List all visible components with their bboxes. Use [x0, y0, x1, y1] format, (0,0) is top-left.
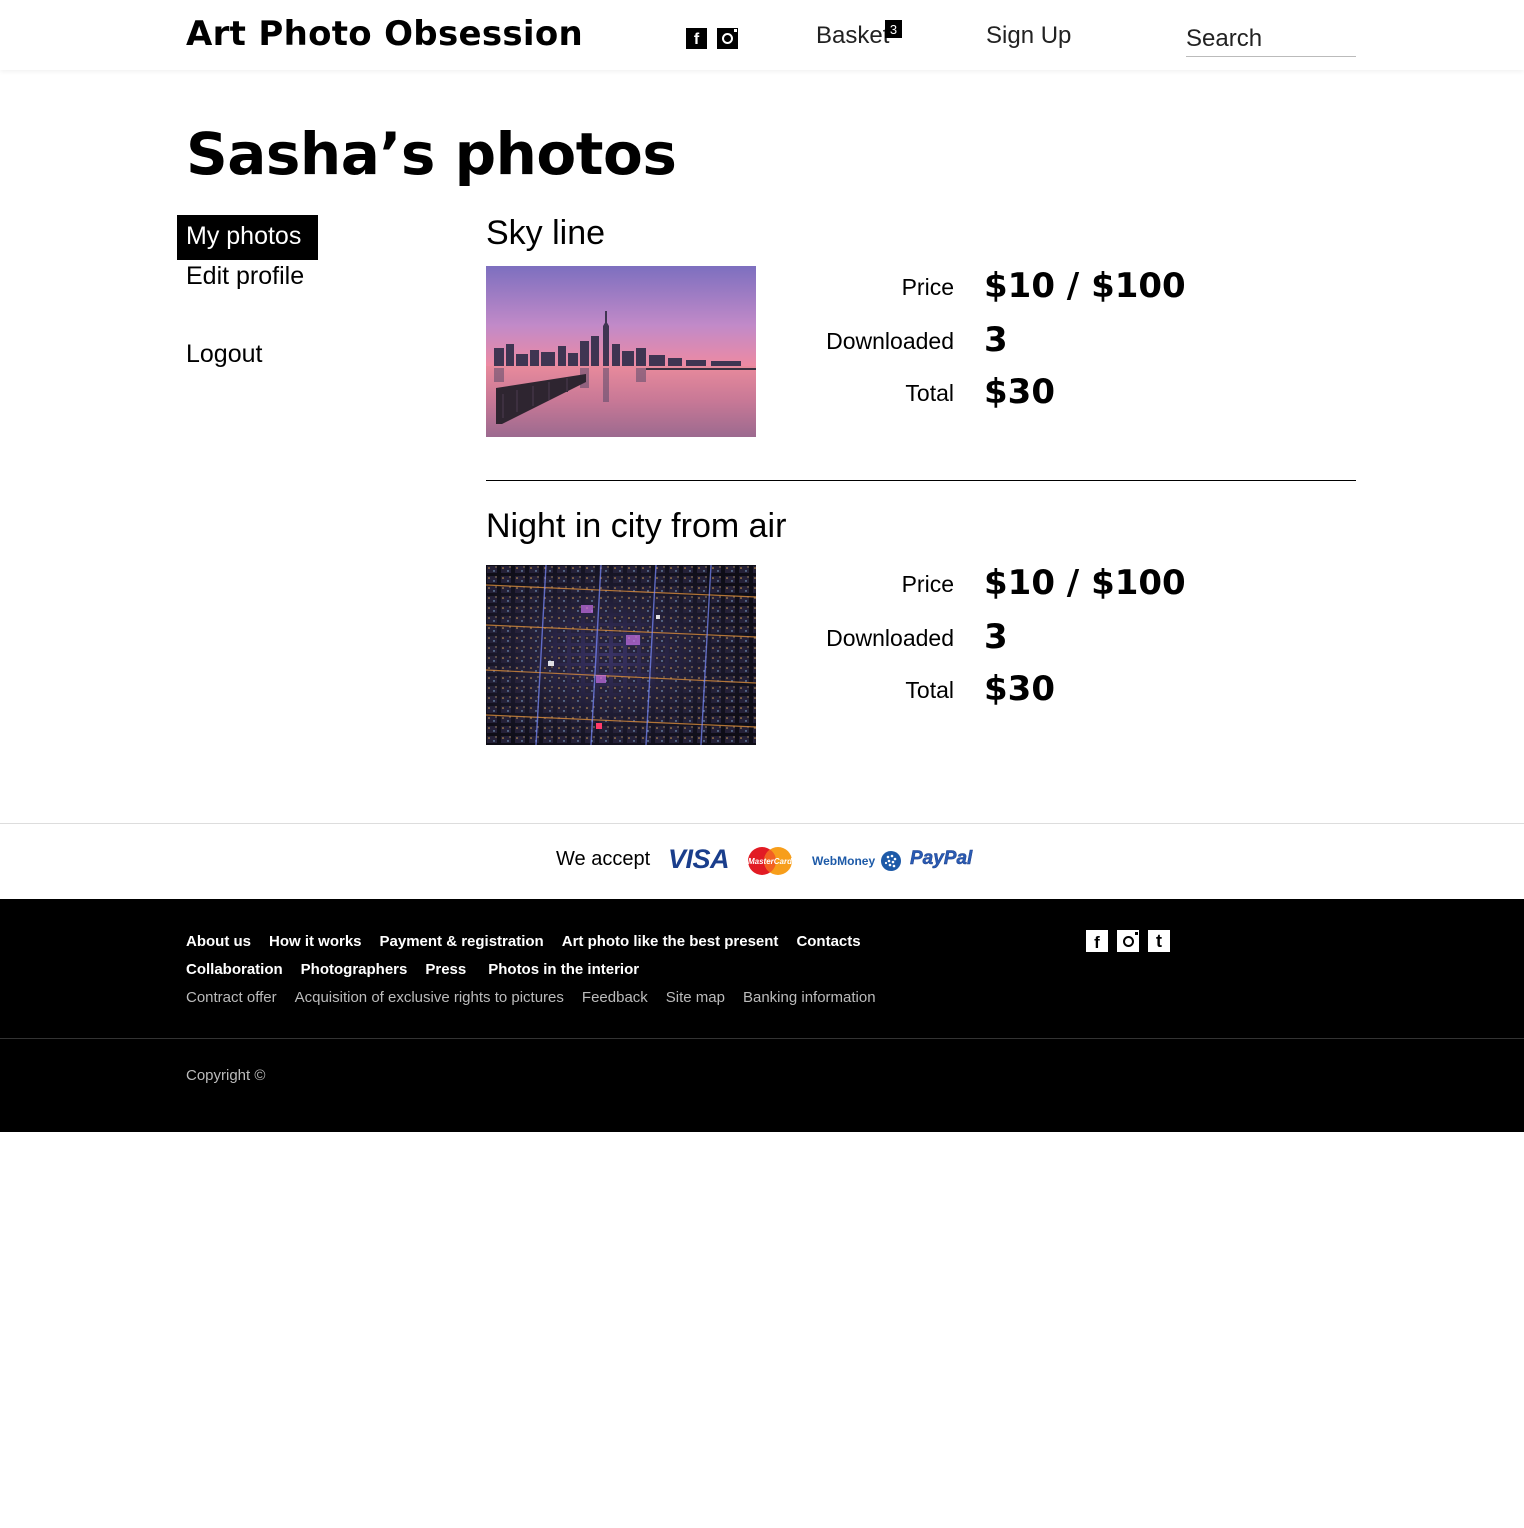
photo-card: Sky line Price $10 / $100 Downloaded 3 T… [486, 210, 1356, 481]
photo-thumbnail-night-city[interactable] [486, 565, 756, 745]
paypal-logo: PayPal [910, 848, 973, 870]
search-input[interactable] [1186, 22, 1356, 57]
sidebar-item-logout[interactable]: Logout [177, 333, 262, 378]
tumblr-icon[interactable]: t [1148, 930, 1170, 952]
footer-link-art-photo-present[interactable]: Art photo like the best present [562, 933, 779, 950]
sign-up-link[interactable]: Sign Up [986, 22, 1071, 50]
footer-link-contacts[interactable]: Contacts [796, 933, 860, 950]
mastercard-text: MasterCard [748, 857, 793, 866]
facebook-icon[interactable]: f [1086, 930, 1108, 952]
skyline-image [486, 266, 756, 437]
copyright-text: Copyright © [186, 1067, 266, 1084]
photo-title[interactable]: Sky line [486, 210, 1356, 256]
downloaded-label: Downloaded [826, 625, 954, 651]
payment-methods-strip: We accept VISA MasterCard WebMoney PayPa… [0, 823, 1524, 899]
site-logo[interactable]: Art Photo Obsession [186, 14, 583, 54]
visa-logo: VISA [668, 844, 730, 874]
footer-link-about-us[interactable]: About us [186, 933, 251, 950]
downloaded-label: Downloaded [826, 328, 954, 354]
total-row: Total $30 [816, 372, 1316, 412]
photo-thumbnail-skyline[interactable] [486, 266, 756, 437]
facebook-icon[interactable]: f [686, 28, 707, 49]
footer-link-contract-offer[interactable]: Contract offer [186, 989, 277, 1006]
photo-card: Night in city from air Price $10 / $100 … [486, 503, 1356, 753]
total-label: Total [905, 677, 954, 703]
footer-link-payment-registration[interactable]: Payment & registration [380, 933, 544, 950]
photo-title[interactable]: Night in city from air [486, 503, 1356, 549]
instagram-icon[interactable] [1117, 930, 1139, 952]
sidebar-item-my-photos[interactable]: My photos [177, 215, 318, 260]
footer-sub-links-row: Contract offer Acquisition of exclusive … [186, 989, 894, 1006]
footer-divider [0, 1038, 1524, 1039]
footer-link-collaboration[interactable]: Collaboration [186, 961, 283, 978]
total-row: Total $30 [816, 669, 1316, 709]
downloaded-row: Downloaded 3 [816, 617, 1316, 657]
total-label: Total [905, 380, 954, 406]
webmoney-globe-icon [881, 851, 902, 871]
footer-link-exclusive-rights[interactable]: Acquisition of exclusive rights to pictu… [295, 989, 564, 1006]
basket-count-badge: 3 [885, 20, 902, 38]
total-value: $30 [984, 669, 1055, 709]
price-row: Price $10 / $100 [816, 563, 1316, 603]
downloaded-value: 3 [984, 617, 1008, 657]
paypal-text: PayPal [910, 848, 973, 870]
price-value: $10 / $100 [984, 266, 1186, 306]
footer-link-photos-in-interior[interactable]: Photos in the interior [488, 961, 639, 978]
we-accept-label: We accept [556, 848, 651, 870]
downloaded-value: 3 [984, 320, 1008, 360]
basket-link[interactable]: Basket [816, 22, 889, 50]
footer-link-press[interactable]: Press [425, 961, 466, 978]
page-title: Sasha’s photos [186, 120, 677, 188]
total-value: $30 [984, 372, 1055, 412]
price-row: Price $10 / $100 [816, 266, 1316, 306]
downloaded-row: Downloaded 3 [816, 320, 1316, 360]
site-header: Art Photo Obsession f Basket 3 Sign Up [0, 0, 1524, 70]
price-label: Price [901, 274, 954, 300]
sidebar-item-edit-profile[interactable]: Edit profile [177, 255, 304, 300]
footer-link-how-it-works[interactable]: How it works [269, 933, 362, 950]
footer-link-banking-information[interactable]: Banking information [743, 989, 876, 1006]
footer-main-links-row: About us How it works Payment & registra… [186, 933, 879, 950]
mastercard-logo: MasterCard [748, 847, 793, 875]
footer-link-site-map[interactable]: Site map [666, 989, 725, 1006]
night-city-image [486, 565, 756, 745]
footer-link-feedback[interactable]: Feedback [582, 989, 648, 1006]
footer-link-photographers[interactable]: Photographers [301, 961, 408, 978]
price-label: Price [901, 571, 954, 597]
instagram-icon[interactable] [717, 28, 738, 49]
site-footer: About us How it works Payment & registra… [0, 899, 1524, 1132]
webmoney-text: WebMoney [812, 854, 876, 868]
webmoney-logo: WebMoney [812, 846, 902, 876]
price-value: $10 / $100 [984, 563, 1186, 603]
footer-main-links-row: Collaboration Photographers Press Photos… [186, 961, 657, 978]
